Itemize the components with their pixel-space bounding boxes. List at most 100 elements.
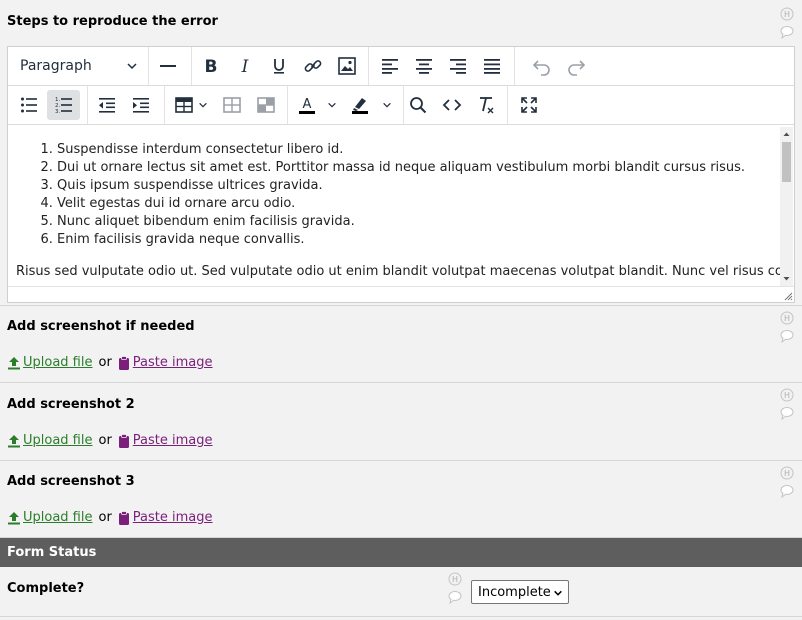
horizontal-line-icon: [160, 65, 176, 67]
svg-text:3.: 3.: [55, 109, 60, 115]
image-icon: [338, 57, 356, 75]
field-label: Add screenshot 2: [7, 397, 135, 412]
redo-icon: [568, 60, 586, 76]
table-row-props-button[interactable]: [251, 90, 281, 120]
upload-file-link[interactable]: Upload file: [23, 510, 92, 525]
svg-text:B: B: [205, 57, 218, 76]
scroll-down-icon[interactable]: [780, 274, 793, 284]
rich-text-editor: Paragraph B I 1. 2. 3. A 1. Suspendisse …: [7, 46, 795, 303]
clipboard-icon[interactable]: [118, 433, 130, 448]
numbered-list: Suspendisse interdum consectetur libero …: [57, 141, 777, 249]
history-icon[interactable]: H: [780, 7, 794, 21]
table-cell-icon: [223, 97, 241, 113]
comment-icon[interactable]: [780, 484, 794, 498]
svg-text:H: H: [452, 575, 458, 584]
chevron-down-icon: [127, 63, 137, 70]
upload-file-link[interactable]: Upload file: [23, 355, 92, 370]
upload-row: Upload file or Paste image: [7, 510, 213, 525]
editor-toolbar-row-1: Paragraph B I: [8, 47, 794, 86]
align-left-button[interactable]: [375, 51, 405, 81]
search-replace-button[interactable]: [403, 90, 433, 120]
horizontal-line-button[interactable]: [153, 51, 183, 81]
numbered-list-button[interactable]: 1. 2. 3.: [47, 90, 80, 120]
paste-image-link[interactable]: Paste image: [133, 510, 213, 525]
scrollbar-thumb[interactable]: [782, 142, 791, 182]
history-icon[interactable]: H: [780, 466, 794, 480]
list-item: Dui ut ornare lectus sit amet est. Portt…: [57, 159, 777, 177]
undo-button[interactable]: [527, 51, 557, 81]
complete-section: Complete? H: [0, 567, 802, 617]
bullet-list-button[interactable]: [14, 90, 44, 120]
italic-button[interactable]: I: [230, 51, 260, 81]
clipboard-icon[interactable]: [118, 355, 130, 370]
list-item: Quis ipsum suspendisse ultrices gravida.: [57, 177, 777, 195]
upload-icon[interactable]: [7, 434, 21, 448]
scroll-up-icon[interactable]: [780, 129, 793, 139]
image-button[interactable]: [332, 51, 362, 81]
align-center-button[interactable]: [409, 51, 439, 81]
or-text: or: [98, 433, 112, 448]
align-right-button[interactable]: [443, 51, 473, 81]
fullscreen-icon: [521, 97, 537, 113]
justify-button[interactable]: [477, 51, 507, 81]
underline-button[interactable]: [264, 51, 294, 81]
chevron-down-icon: [199, 102, 207, 108]
link-icon: [304, 60, 322, 72]
clear-formatting-button[interactable]: [471, 90, 501, 120]
link-button[interactable]: [298, 51, 328, 81]
table-button[interactable]: [170, 90, 212, 120]
list-item: Suspendisse interdum consectetur libero …: [57, 141, 777, 159]
complete-status-value: Incomplete: [478, 584, 551, 600]
history-icon[interactable]: H: [780, 388, 794, 402]
comment-icon[interactable]: [780, 329, 794, 343]
resize-handle-icon[interactable]: [783, 291, 793, 301]
indent-button[interactable]: [126, 90, 156, 120]
editor-content[interactable]: Suspendisse interdum consectetur libero …: [8, 126, 780, 285]
comment-icon[interactable]: [780, 25, 794, 39]
clipboard-icon[interactable]: [118, 510, 130, 525]
bullet-list-icon: [21, 97, 37, 113]
upload-row: Upload file or Paste image: [7, 433, 213, 448]
list-item: Enim facilisis gravida neque convallis.: [57, 231, 777, 249]
redo-button[interactable]: [561, 51, 591, 81]
editor-scrollbar[interactable]: [780, 127, 793, 286]
upload-icon[interactable]: [7, 511, 21, 525]
field-label: Steps to reproduce the error: [7, 14, 218, 29]
upload-file-link[interactable]: Upload file: [23, 433, 92, 448]
align-right-icon: [450, 59, 466, 74]
history-icon[interactable]: H: [780, 311, 794, 325]
highlighter-icon: [352, 98, 368, 114]
table-cell-props-button[interactable]: [217, 90, 247, 120]
editor-toolbar-row-2: 1. 2. 3. A: [8, 86, 794, 125]
highlight-color-button[interactable]: [344, 90, 398, 120]
chevron-down-icon: [328, 102, 336, 108]
field-label: Add screenshot 3: [7, 474, 135, 489]
bold-icon: B: [205, 57, 218, 76]
paste-image-link[interactable]: Paste image: [133, 433, 213, 448]
format-select[interactable]: Paragraph: [12, 51, 144, 81]
form-status-header: Form Status: [0, 538, 802, 567]
upload-icon[interactable]: [7, 356, 21, 370]
clear-format-icon: [480, 97, 494, 114]
paste-image-link[interactable]: Paste image: [133, 355, 213, 370]
field-label: Add screenshot if needed: [7, 319, 195, 334]
text-color-icon: A: [299, 97, 315, 114]
complete-status-select[interactable]: Incomplete: [471, 580, 569, 604]
comment-icon[interactable]: [448, 590, 462, 604]
italic-icon: I: [241, 57, 249, 76]
history-icon[interactable]: H: [448, 572, 462, 586]
bold-button[interactable]: B: [196, 51, 226, 81]
list-item: Nunc aliquet bibendum enim facilisis gra…: [57, 213, 777, 231]
source-code-button[interactable]: [437, 90, 467, 120]
align-justify-icon: [484, 59, 500, 74]
complete-label: Complete?: [7, 581, 85, 596]
text-color-button[interactable]: A: [294, 90, 340, 120]
svg-text:H: H: [784, 10, 790, 19]
list-item: Velit egestas dui id ornare arcu odio.: [57, 195, 777, 213]
outdent-button[interactable]: [92, 90, 122, 120]
field-history-icons: H: [780, 7, 794, 39]
comment-icon[interactable]: [780, 406, 794, 420]
svg-text:H: H: [784, 391, 790, 400]
fullscreen-button[interactable]: [514, 90, 544, 120]
screenshot-section-3: Add screenshot 3 H Upload file or Paste …: [0, 461, 802, 538]
